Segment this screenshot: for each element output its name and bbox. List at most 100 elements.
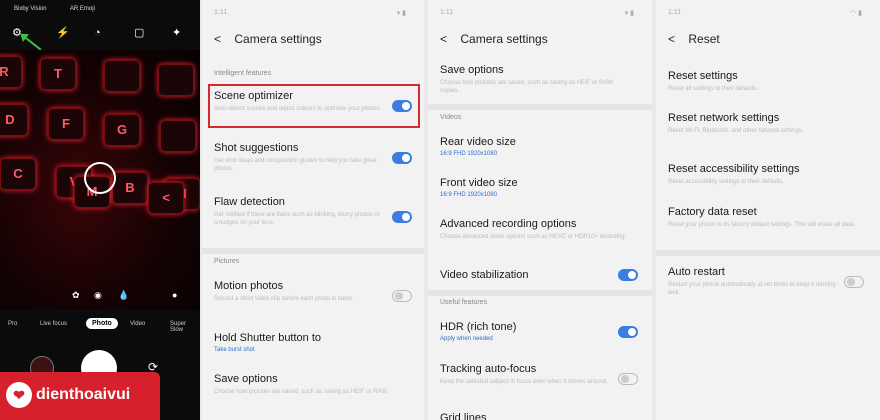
setting-shot-suggestions[interactable]: Shot suggestions Get shot ideas and comp… bbox=[214, 142, 384, 173]
setting-advanced-recording[interactable]: Advanced recording options Choose advanc… bbox=[440, 218, 640, 241]
setting-desc: Reset Wi-Fi, Bluetooth, and other networ… bbox=[668, 128, 804, 134]
status-time: 1:11 bbox=[214, 9, 228, 16]
section-header: Useful features bbox=[440, 299, 488, 306]
mode-live-focus[interactable]: Live focus bbox=[40, 321, 67, 327]
mode-super-slow[interactable]: Super Slow bbox=[170, 321, 200, 333]
setting-flaw-detection[interactable]: Flaw detection Get notified if there are… bbox=[214, 196, 384, 227]
setting-desc: Reset all settings to their defaults. bbox=[668, 86, 759, 92]
setting-title: Advanced recording options bbox=[440, 218, 577, 230]
key: F bbox=[48, 108, 84, 140]
setting-desc: Keep the selected subject in focus even … bbox=[440, 379, 608, 385]
key bbox=[160, 120, 196, 152]
setting-desc: Choose how pictures are saved, such as s… bbox=[440, 80, 613, 94]
setting-desc: Choose how pictures are saved, such as s… bbox=[214, 389, 389, 395]
composite-screenshot: Bixby Vision AR Emoji ⚙ ⚡ ◔ ▢ ✦ R T D F … bbox=[0, 0, 880, 420]
magic-icon[interactable]: ✦ bbox=[172, 26, 181, 40]
page-title: Camera settings bbox=[234, 32, 322, 46]
drop-icon[interactable]: 💧 bbox=[118, 290, 129, 301]
auto-restart-toggle[interactable] bbox=[844, 276, 864, 288]
bixby-vision-label[interactable]: Bixby Vision bbox=[14, 6, 47, 12]
tracking-autofocus-toggle[interactable] bbox=[618, 373, 638, 385]
mode-photo[interactable]: Photo bbox=[86, 318, 118, 329]
setting-reset-accessibility[interactable]: Reset accessibility settings Reset acces… bbox=[668, 163, 868, 186]
setting-title: Hold Shutter button to bbox=[214, 332, 322, 344]
key bbox=[104, 60, 140, 92]
key: < bbox=[148, 182, 184, 214]
brand-logo-icon: ❤ bbox=[6, 382, 32, 408]
setting-title: Tracking auto-focus bbox=[440, 363, 537, 375]
status-bar: 1:11 ▾ ▮ bbox=[214, 9, 412, 17]
setting-title: Reset accessibility settings bbox=[668, 163, 800, 175]
mode-pro[interactable]: Pro bbox=[8, 321, 17, 327]
dot-icon[interactable]: ● bbox=[172, 290, 177, 300]
section-header: Intelligent features bbox=[214, 70, 272, 77]
motion-photos-toggle[interactable] bbox=[392, 290, 412, 302]
setting-motion-photos[interactable]: Motion photos Record a short video clip … bbox=[214, 280, 384, 303]
shot-suggestions-toggle[interactable] bbox=[392, 152, 412, 164]
back-arrow-icon[interactable]: < bbox=[214, 32, 221, 46]
setting-tracking-autofocus[interactable]: Tracking auto-focus Keep the selected su… bbox=[440, 363, 610, 386]
setting-video-stabilization[interactable]: Video stabilization bbox=[440, 269, 528, 281]
setting-title: Flaw detection bbox=[214, 196, 285, 208]
setting-title: Factory data reset bbox=[668, 206, 757, 218]
divider bbox=[428, 290, 652, 296]
video-stabilization-toggle[interactable] bbox=[618, 269, 638, 281]
setting-reset-network[interactable]: Reset network settings Reset Wi-Fi, Blue… bbox=[668, 112, 868, 135]
setting-value: Apply when needed bbox=[440, 336, 493, 342]
camera-settings-panel-2: 1:11 ▾ ▮ < Camera settings Save options … bbox=[428, 0, 652, 420]
setting-desc: Reset accessibility settings to their de… bbox=[668, 179, 785, 185]
back-arrow-icon[interactable]: < bbox=[668, 32, 675, 46]
camera-view: Bixby Vision AR Emoji ⚙ ⚡ ◔ ▢ ✦ R T D F … bbox=[0, 0, 200, 420]
status-bar: 1:11 ◠ ▮ bbox=[668, 9, 868, 17]
timer-icon[interactable]: ◔ bbox=[94, 26, 101, 40]
setting-title: Reset network settings bbox=[668, 112, 780, 124]
back-arrow-icon[interactable]: < bbox=[440, 32, 447, 46]
setting-value: 16:9 FHD 1920x1080 bbox=[440, 192, 498, 198]
setting-reset-settings[interactable]: Reset settings Reset all settings to the… bbox=[668, 70, 868, 93]
setting-hdr[interactable]: HDR (rich tone) Apply when needed bbox=[440, 321, 516, 342]
ratio-icon[interactable]: ▢ bbox=[134, 26, 144, 40]
setting-grid-lines[interactable]: Grid lines bbox=[440, 412, 486, 420]
setting-title: Video stabilization bbox=[440, 269, 529, 281]
beauty-icon[interactable]: ◉ bbox=[94, 290, 102, 301]
filter-icon[interactable]: ✿ bbox=[72, 290, 80, 301]
setting-front-video-size[interactable]: Front video size 16:9 FHD 1920x1080 bbox=[440, 177, 518, 198]
setting-desc: Reset your phone to its factory default … bbox=[668, 222, 856, 228]
setting-title: Reset settings bbox=[668, 70, 738, 82]
setting-title: Front video size bbox=[440, 177, 518, 189]
setting-save-options[interactable]: Save options Choose how pictures are sav… bbox=[440, 64, 620, 95]
divider bbox=[656, 250, 880, 256]
battery-icon: ▾ ▮ bbox=[396, 10, 406, 17]
page-title: Camera settings bbox=[460, 32, 548, 46]
page-header: < Camera settings bbox=[214, 32, 322, 46]
flaw-detection-toggle[interactable] bbox=[392, 211, 412, 223]
setting-desc: Choose advanced video options such as HE… bbox=[440, 234, 627, 240]
setting-title: Shot suggestions bbox=[214, 142, 299, 154]
setting-factory-reset[interactable]: Factory data reset Reset your phone to i… bbox=[668, 206, 873, 229]
key: C bbox=[0, 158, 36, 190]
page-header: < Reset bbox=[668, 32, 720, 46]
key bbox=[158, 64, 194, 96]
status-bar: 1:11 ▾ ▮ bbox=[440, 9, 640, 17]
setting-value: 16:9 FHD 1920x1080 bbox=[440, 151, 498, 157]
setting-save-options[interactable]: Save options Choose how pictures are sav… bbox=[214, 373, 404, 396]
camera-top-labels: Bixby Vision AR Emoji bbox=[14, 6, 117, 12]
key: D bbox=[0, 104, 28, 136]
setting-hold-shutter[interactable]: Hold Shutter button to Take burst shot bbox=[214, 332, 404, 353]
section-header: Pictures bbox=[214, 258, 240, 265]
status-time: 1:11 bbox=[668, 9, 682, 16]
setting-value: Take burst shot bbox=[214, 347, 255, 353]
reset-panel: 1:11 ◠ ▮ < Reset Reset settings Reset al… bbox=[656, 0, 880, 420]
ar-emoji-label[interactable]: AR Emoji bbox=[70, 6, 95, 12]
setting-auto-restart[interactable]: Auto restart Restart your phone automati… bbox=[668, 266, 838, 297]
setting-rear-video-size[interactable]: Rear video size 16:9 FHD 1920x1080 bbox=[440, 136, 516, 157]
setting-title: HDR (rich tone) bbox=[440, 321, 517, 333]
flash-off-icon[interactable]: ⚡ bbox=[56, 26, 70, 40]
setting-title: Grid lines bbox=[440, 412, 487, 420]
camera-toolbar: ⚙ ⚡ ◔ ▢ ✦ bbox=[0, 26, 200, 40]
hdr-toggle[interactable] bbox=[618, 326, 638, 338]
focus-ring[interactable] bbox=[84, 162, 116, 194]
brand-banner: ❤ dienthoaivui bbox=[0, 372, 160, 420]
mode-video[interactable]: Video bbox=[130, 321, 145, 327]
page-title: Reset bbox=[688, 32, 720, 46]
